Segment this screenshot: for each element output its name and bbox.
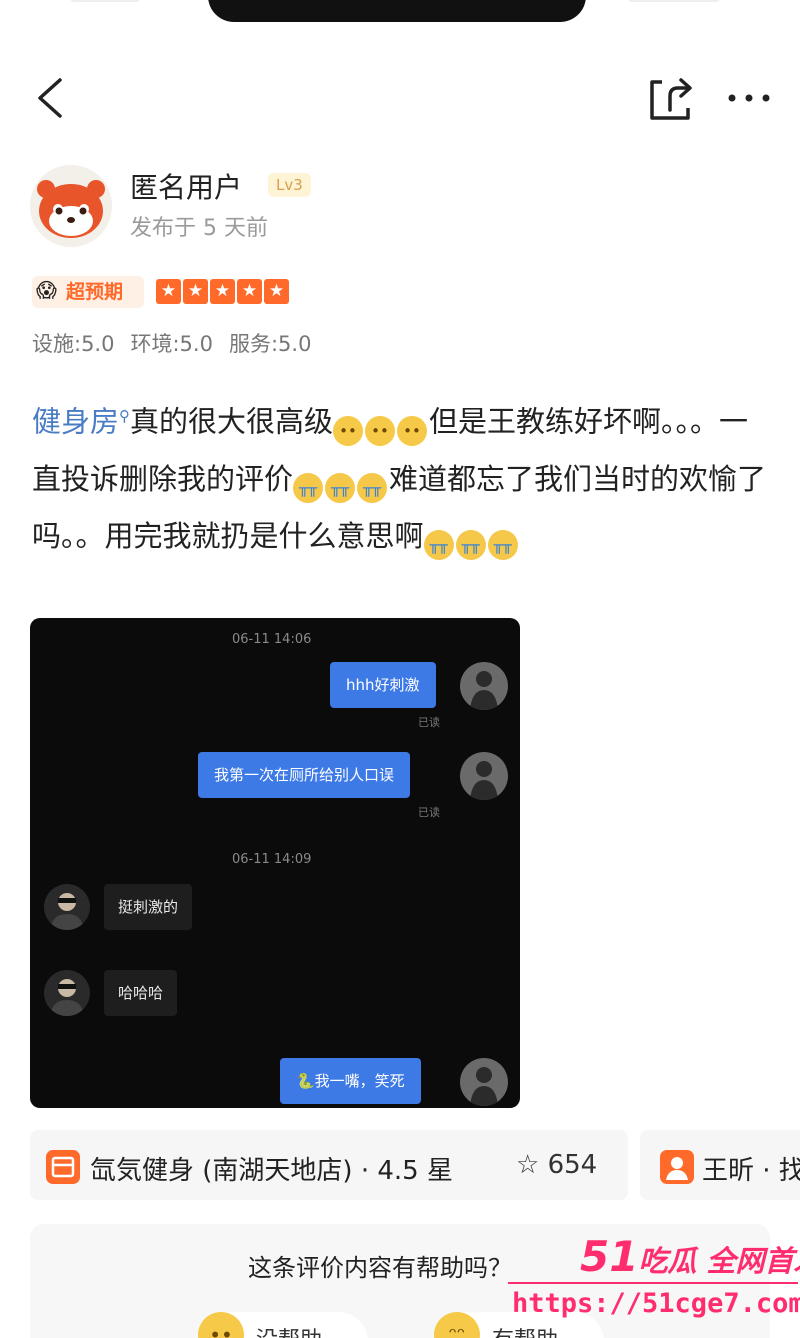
awkward-face-icon: •• bbox=[333, 415, 364, 446]
tears-face-icon: ╥╥ bbox=[293, 472, 324, 503]
red-panda-avatar-icon bbox=[30, 165, 112, 247]
tag-label: 超预期 bbox=[66, 281, 124, 303]
topic-link[interactable]: 健身房 bbox=[32, 405, 119, 439]
star-icon: ★ bbox=[210, 279, 235, 304]
not-helpful-button[interactable]: •• 没帮助 bbox=[198, 1312, 368, 1338]
watermark-divider bbox=[508, 1282, 798, 1284]
person-icon bbox=[660, 1150, 694, 1184]
person-silhouette-icon bbox=[470, 1067, 498, 1106]
favorite-button[interactable]: ☆ 654 bbox=[516, 1150, 597, 1180]
status-bar-indicators bbox=[628, 0, 720, 2]
coach-card[interactable]: 王昕 · 找 bbox=[640, 1130, 800, 1200]
happy-face-icon: ᵔᵔ bbox=[434, 1312, 480, 1338]
back-button[interactable] bbox=[30, 74, 74, 122]
tears-face-icon: ╥╥ bbox=[357, 472, 388, 503]
more-button[interactable] bbox=[726, 80, 772, 116]
crying-face-icon: ╥╥ bbox=[455, 529, 486, 560]
star-outline-icon: ☆ bbox=[516, 1150, 540, 1180]
level-badge: Lv3 bbox=[268, 173, 311, 197]
not-helpful-label: 没帮助 bbox=[256, 1322, 322, 1338]
person-photo-icon bbox=[50, 979, 84, 1016]
store-icon bbox=[46, 1150, 80, 1184]
read-receipt: 已读 bbox=[418, 806, 440, 819]
share-button[interactable] bbox=[648, 74, 694, 122]
score-environment: 环境:5.0 bbox=[130, 332, 213, 356]
star-icon: ★ bbox=[237, 279, 262, 304]
more-dots-icon bbox=[728, 94, 770, 102]
surprised-face-icon: 😱 bbox=[36, 278, 57, 302]
chat-timestamp: 06-11 14:09 bbox=[232, 852, 312, 867]
watermark-brand: 51吃瓜 全网首发 bbox=[580, 1232, 800, 1281]
score-service: 服务:5.0 bbox=[228, 332, 312, 356]
sub-scores: 设施:5.0 环境:5.0 服务:5.0 bbox=[32, 328, 311, 358]
watermark-url: https://51cge7.com bbox=[512, 1288, 800, 1319]
helpful-label: 有帮助 bbox=[492, 1322, 558, 1338]
review-part-1: 真的很大很高级 bbox=[130, 404, 334, 439]
share-icon bbox=[650, 78, 692, 120]
star-icon: ★ bbox=[183, 279, 208, 304]
favorite-count: 654 bbox=[547, 1150, 598, 1180]
helpful-question: 这条评价内容有帮助吗？ bbox=[248, 1254, 512, 1282]
user-name[interactable]: 匿名用户 bbox=[130, 166, 242, 206]
store-name: 氙気健身 (南湖天地店) · 4.5 星 bbox=[90, 1156, 453, 1186]
crying-face-icon: ╥╥ bbox=[487, 529, 518, 560]
search-icon: ⚲ bbox=[119, 407, 131, 425]
chat-avatar-other bbox=[44, 970, 90, 1016]
chat-avatar-self bbox=[460, 752, 508, 800]
dynamic-island bbox=[208, 0, 586, 22]
person-photo-icon bbox=[50, 893, 84, 930]
person-silhouette-icon bbox=[470, 761, 498, 800]
awkward-face-icon: •• bbox=[397, 415, 428, 446]
awkward-face-icon: •• bbox=[365, 415, 396, 446]
star-icon: ★ bbox=[156, 279, 181, 304]
review-photo-chat-screenshot[interactable]: 06-11 14:06 hhh好刺激 已读 我第一次在厕所给别人口误 已读 06… bbox=[30, 618, 520, 1108]
post-time: 发布于 5 天前 bbox=[130, 216, 268, 241]
store-card[interactable]: 氙気健身 (南湖天地店) · 4.5 星 ☆ 654 bbox=[30, 1130, 628, 1200]
chat-bubble-sent: 🐍我一嘴，笑死 bbox=[280, 1058, 421, 1104]
sad-face-icon: •• bbox=[198, 1312, 244, 1338]
crying-face-icon: ╥╥ bbox=[423, 529, 454, 560]
person-silhouette-icon bbox=[470, 671, 498, 710]
chevron-left-icon bbox=[38, 78, 62, 118]
star-rating: ★ ★ ★ ★ ★ bbox=[156, 279, 289, 304]
chat-bubble-received: 哈哈哈 bbox=[104, 970, 178, 1016]
store-rating: · 4.5 星 bbox=[352, 1156, 453, 1186]
chat-bubble-received: 挺刺激的 bbox=[104, 884, 193, 930]
tears-face-icon: ╥╥ bbox=[325, 472, 356, 503]
avatar[interactable] bbox=[30, 165, 112, 247]
status-bar-time bbox=[70, 0, 140, 2]
score-facility: 设施:5.0 bbox=[32, 332, 115, 356]
read-receipt: 已读 bbox=[418, 716, 440, 729]
chat-avatar-self bbox=[460, 662, 508, 710]
chat-avatar-self bbox=[460, 1058, 508, 1106]
chat-timestamp: 06-11 14:06 bbox=[232, 632, 312, 647]
exceeds-expectation-tag: 😱 超预期 bbox=[32, 276, 144, 308]
chat-avatar-other bbox=[44, 884, 90, 930]
star-icon: ★ bbox=[264, 279, 289, 304]
chat-bubble-sent: hhh好刺激 bbox=[330, 662, 436, 708]
review-text: 健身房⚲真的很大很高级 •• •• •• 但是王教练好坏啊。。。一直投诉删除我的评价 ╥╥… bbox=[32, 388, 772, 565]
chat-bubble-sent: 我第一次在厕所给别人口误 bbox=[198, 752, 411, 798]
coach-name: 王昕 · 找 bbox=[702, 1156, 800, 1186]
